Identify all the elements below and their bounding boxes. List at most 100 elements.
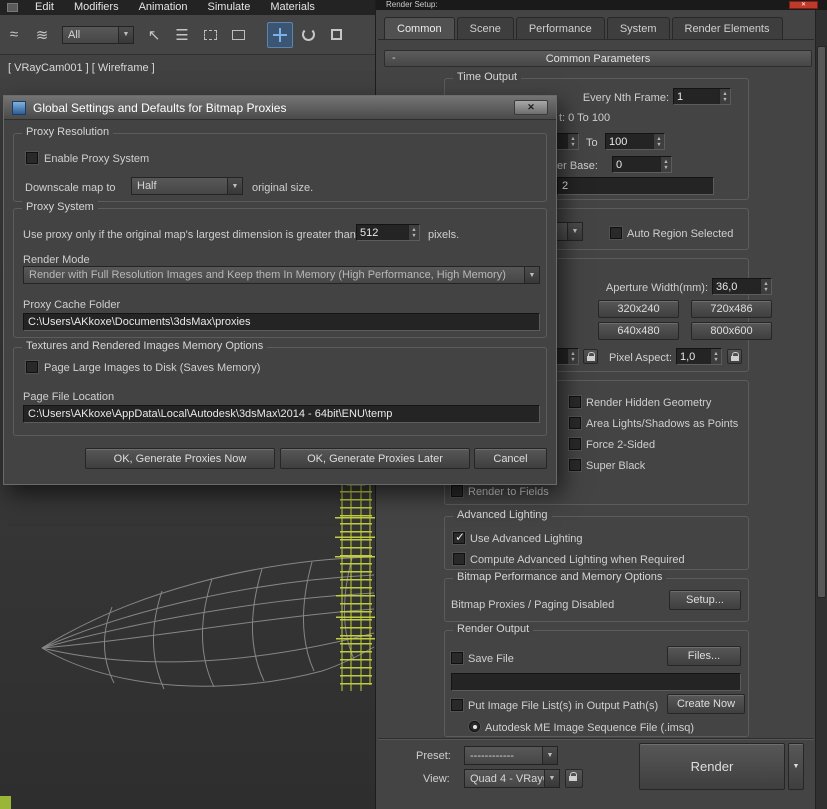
cancel-button[interactable]: Cancel	[474, 448, 547, 469]
enable-proxy-system-label: Enable Proxy System	[44, 153, 150, 165]
spinner-arrows-icon[interactable]	[710, 349, 721, 364]
rollout-title: Common Parameters	[545, 52, 651, 65]
render-mode-dropdown[interactable]: Render with Full Resolution Images and K…	[23, 266, 540, 284]
move-tool-icon[interactable]	[267, 21, 293, 48]
use-advanced-lighting-checkbox[interactable]	[453, 530, 465, 544]
tab-performance[interactable]: Performance	[515, 17, 605, 39]
every-nth-frame-spinner[interactable]: 1	[673, 88, 731, 105]
curve-tool-icon-2[interactable]: ≋	[29, 22, 55, 48]
spinner-arrows-icon[interactable]	[760, 279, 771, 294]
put-image-file-list-label: Put Image File List(s) in Output Path(s)	[468, 700, 659, 712]
enable-proxy-system-checkbox[interactable]	[26, 152, 38, 164]
file-number-base-value[interactable]: 0	[613, 157, 660, 172]
frames-field[interactable]: 2	[557, 177, 714, 195]
put-image-file-list-checkbox[interactable]	[451, 699, 463, 711]
tab-system[interactable]: System	[606, 17, 670, 39]
spinner-arrows-icon[interactable]	[567, 349, 578, 364]
file-number-base-spinner[interactable]: 0	[612, 156, 672, 173]
menu-materials[interactable]: Materials	[260, 0, 325, 15]
chevron-down-icon	[227, 178, 242, 194]
proxy-cache-folder-label: Proxy Cache Folder	[23, 299, 121, 311]
dashed-rect-icon	[203, 29, 217, 40]
preset-720x486-button[interactable]: 720x486	[691, 300, 772, 318]
range-to-value[interactable]: 100	[606, 134, 653, 149]
select-by-name-icon[interactable]: ☰	[169, 22, 195, 48]
force-2-sided-checkbox[interactable]	[569, 438, 581, 450]
menu-simulate[interactable]: Simulate	[198, 0, 261, 15]
menu-animation[interactable]: Animation	[129, 0, 198, 15]
image-aspect-lock-icon[interactable]	[583, 349, 598, 364]
spinner-arrows-icon[interactable]	[567, 134, 578, 149]
files-button[interactable]: Files...	[667, 646, 741, 666]
chevron-down-icon	[524, 267, 539, 283]
tab-render-elements[interactable]: Render Elements	[671, 17, 783, 39]
page-file-location-field[interactable]: C:\Users\AKkoxe\AppData\Local\Autodesk\3…	[23, 405, 540, 423]
every-nth-frame-value[interactable]: 1	[674, 89, 719, 104]
render-to-fields-checkbox[interactable]	[451, 485, 463, 497]
page-large-images-checkbox[interactable]	[26, 361, 38, 373]
view-lock-icon[interactable]	[565, 769, 583, 788]
view-dropdown[interactable]: Quad 4 - VRayC	[464, 769, 560, 788]
rotate-tool-icon[interactable]	[295, 22, 321, 48]
maxscript-mini-listener[interactable]	[0, 796, 11, 809]
select-object-icon[interactable]: ↖	[141, 22, 167, 48]
render-button[interactable]: Render	[639, 743, 785, 790]
threshold-value[interactable]: 512	[357, 225, 408, 240]
ok-generate-now-button[interactable]: OK, Generate Proxies Now	[85, 448, 275, 469]
curve-tool-icon-1[interactable]: ≈	[1, 22, 27, 48]
region-select-icon[interactable]	[197, 22, 223, 48]
common-parameters-rollout[interactable]: - Common Parameters	[384, 50, 812, 67]
app-icon[interactable]	[7, 3, 18, 12]
selection-filter-dropdown[interactable]: All	[62, 25, 134, 44]
downscale-dropdown[interactable]: Half	[131, 177, 243, 195]
close-icon[interactable]	[789, 1, 818, 9]
bitmap-setup-button[interactable]: Setup...	[669, 590, 741, 610]
render-setup-titlebar[interactable]: Render Setup:	[376, 0, 827, 10]
dialog-icon	[12, 100, 26, 115]
threshold-spinner[interactable]: 512	[356, 224, 420, 241]
render-hidden-geometry-checkbox[interactable]	[569, 396, 581, 408]
pixel-aspect-value[interactable]: 1,0	[677, 349, 710, 364]
dialog-titlebar[interactable]: Global Settings and Defaults for Bitmap …	[4, 96, 556, 120]
spinner-arrows-icon[interactable]	[719, 89, 730, 104]
preset-label: Preset:	[416, 750, 451, 762]
ok-generate-later-button[interactable]: OK, Generate Proxies Later	[280, 448, 470, 469]
tab-common[interactable]: Common	[384, 17, 455, 39]
aperture-width-spinner[interactable]: 36,0	[712, 278, 772, 295]
preset-640x480-button[interactable]: 640x480	[598, 322, 679, 340]
output-path-field[interactable]	[451, 673, 741, 691]
pixel-aspect-spinner[interactable]: 1,0	[676, 348, 722, 365]
menu-edit[interactable]: Edit	[25, 0, 64, 15]
scale-tool-icon[interactable]	[323, 22, 349, 48]
preset-320x240-button[interactable]: 320x240	[598, 300, 679, 318]
compute-advanced-lighting-checkbox[interactable]	[453, 553, 465, 565]
preset-dropdown[interactable]: ------------	[464, 746, 558, 765]
pixel-aspect-lock-icon[interactable]	[727, 349, 742, 364]
close-icon[interactable]	[514, 100, 548, 115]
proxy-cache-folder-field[interactable]: C:\Users\AKkoxe\Documents\3dsMax\proxies	[23, 313, 540, 331]
super-black-checkbox[interactable]	[569, 459, 581, 471]
range-to-spinner[interactable]: 100	[605, 133, 665, 150]
bitmap-performance-group-label: Bitmap Performance and Memory Options	[453, 571, 667, 583]
spinner-arrows-icon[interactable]	[660, 157, 671, 172]
tab-scene[interactable]: Scene	[456, 17, 514, 39]
menubar: Edit Modifiers Animation Simulate Materi…	[0, 0, 378, 15]
aperture-width-value[interactable]: 36,0	[713, 279, 760, 294]
frames-value: 2	[562, 180, 569, 192]
spinner-arrows-icon[interactable]	[653, 134, 664, 149]
viewport-label[interactable]: [ VRayCam001 ] [ Wireframe ]	[8, 62, 155, 74]
menu-modifiers[interactable]: Modifiers	[64, 0, 129, 15]
move-cross-icon	[272, 27, 288, 43]
pixel-aspect-label: Pixel Aspect:	[609, 352, 672, 364]
save-file-checkbox[interactable]	[451, 652, 463, 664]
scrollbar-thumb[interactable]	[817, 46, 826, 598]
dialog-title: Global Settings and Defaults for Bitmap …	[33, 100, 287, 115]
render-dropdown-arrow-icon[interactable]: ▼	[788, 743, 804, 790]
preset-800x600-button[interactable]: 800x600	[691, 322, 772, 340]
window-crossing-icon[interactable]	[225, 22, 251, 48]
area-lights-checkbox[interactable]	[569, 417, 581, 429]
spinner-arrows-icon[interactable]	[408, 225, 419, 240]
auto-region-checkbox[interactable]	[610, 227, 622, 239]
create-now-button[interactable]: Create Now	[667, 694, 745, 714]
imsq-radio[interactable]	[469, 721, 480, 732]
